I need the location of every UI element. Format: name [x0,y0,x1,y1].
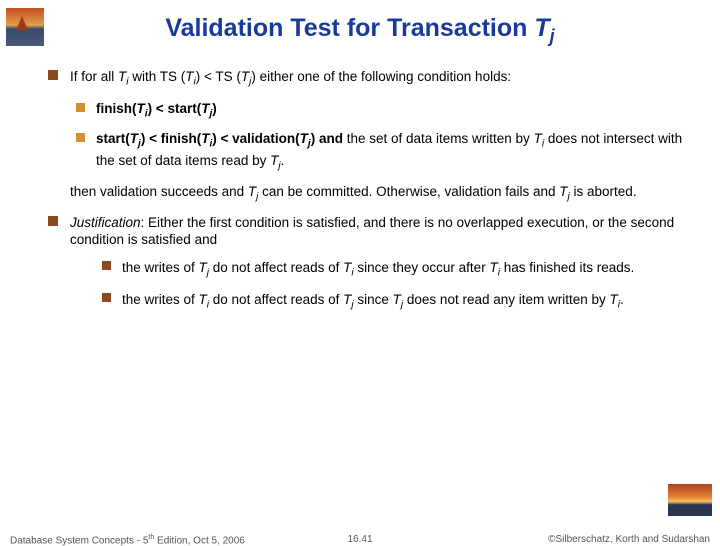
text: . [620,292,624,307]
var-t: T [534,131,542,146]
var-t: T [137,101,145,116]
title-sub: j [550,26,555,46]
var-t: T [559,184,567,199]
text: the writes of [122,260,199,275]
bullet-cond2: start(Tj) < finish(Ti) < validation(Tj) … [76,130,686,173]
text: ) [212,101,217,116]
text: do not affect reads of [209,292,343,307]
bullet-then: then validation succeeds and Tj can be c… [70,183,686,205]
text: ) and [311,131,343,146]
bullet-cond1: finish(Ti) < start(Tj) [76,100,686,122]
text: ) < validation( [212,131,299,146]
var-t: T [199,292,207,307]
text: with TS ( [129,69,186,84]
text: the writes of [122,292,199,307]
text: since [354,292,393,307]
text: . [281,153,285,168]
var-t: T [489,260,497,275]
var-t: T [185,69,193,84]
var-t: T [393,292,401,307]
var-t: T [610,292,618,307]
text: Justification [70,215,141,230]
title-var: T [534,14,549,42]
text: ) < start( [148,101,202,116]
text: has finished its reads. [500,260,634,275]
bullet-justification: Justification: Either the first conditio… [48,214,686,249]
text: then validation succeeds and [70,184,248,199]
text: finish( [96,101,137,116]
slide-title: Validation Test for Transaction Tj [0,14,720,47]
text: since they occur after [354,260,490,275]
text: ) < TS ( [196,69,241,84]
text: ) < finish( [141,131,201,146]
text: can be committed. Otherwise, validation … [258,184,559,199]
text: do not affect reads of [209,260,343,275]
text: : Either the first condition is satisfie… [70,215,674,247]
var-t: T [130,131,138,146]
text: ) either one of the following condition … [251,69,511,84]
var-t: T [248,184,256,199]
var-t: T [199,260,207,275]
bullet-just-sub2: the writes of Ti do not affect reads of … [102,291,686,313]
text: start( [96,131,130,146]
logo-sunset [668,484,712,516]
bullet-intro: If for all Ti with TS (Ti) < TS (Tj) eit… [48,68,686,90]
slide-content: If for all Ti with TS (Ti) < TS (Tj) eit… [48,68,686,324]
text: is aborted. [570,184,637,199]
text: If for all [70,69,118,84]
var-t: T [241,69,249,84]
text: does not read any item written by [403,292,609,307]
text: the set of data items written by [343,131,534,146]
bullet-just-sub1: the writes of Tj do not affect reads of … [102,259,686,281]
title-text: Validation Test for Transaction [165,14,534,42]
var-t: T [300,131,308,146]
